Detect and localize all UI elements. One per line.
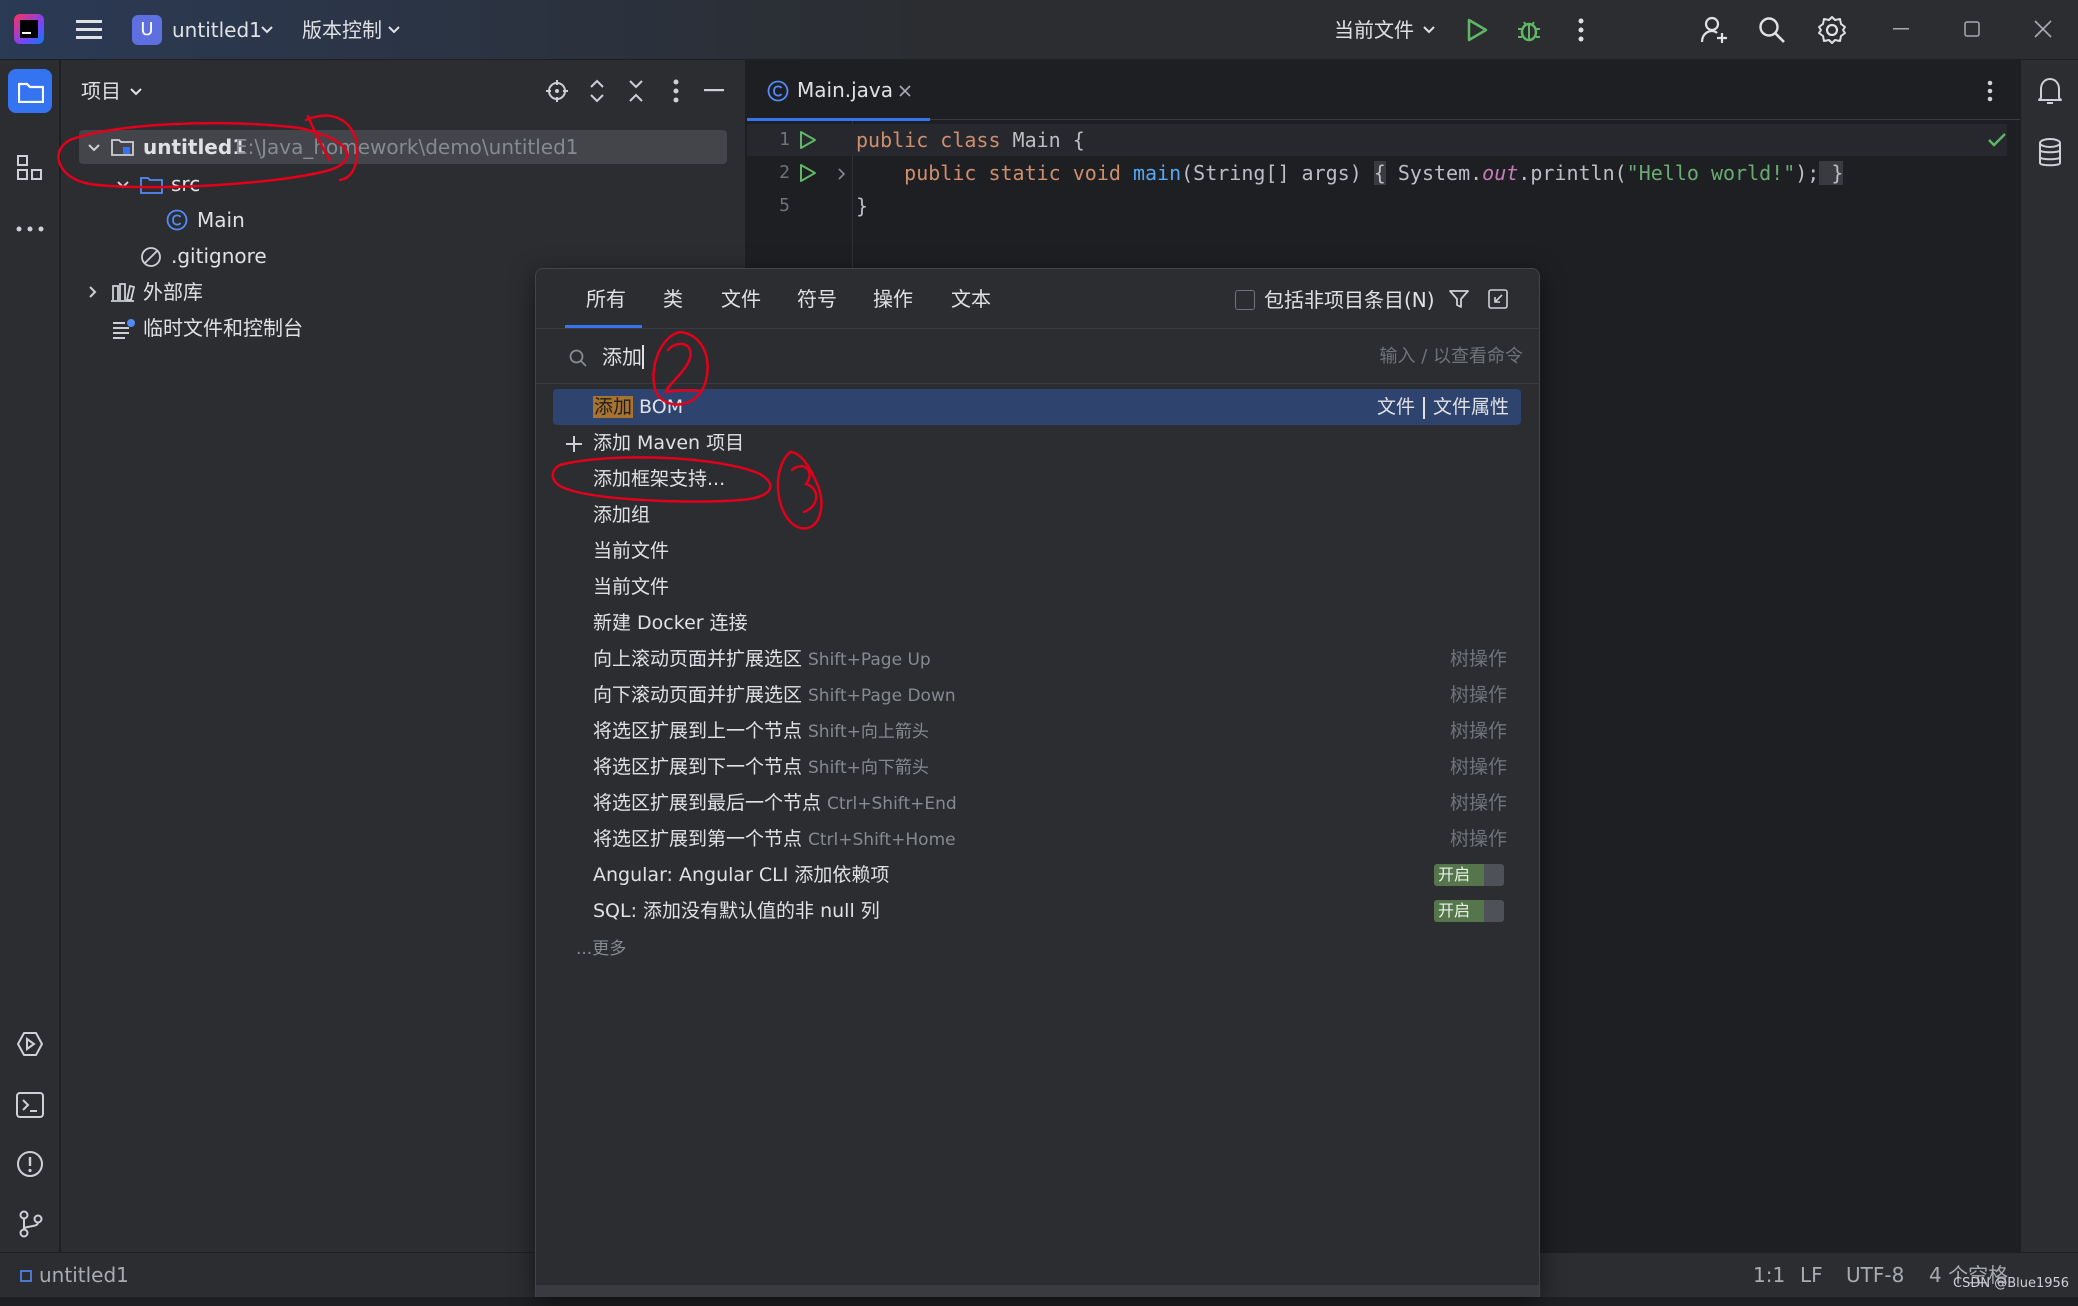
annotation-circle-3 [551,456,772,503]
annotation-overlay [57,114,823,530]
annotation-digit-2 [664,342,702,394]
annotation-circle-1 [57,121,349,189]
